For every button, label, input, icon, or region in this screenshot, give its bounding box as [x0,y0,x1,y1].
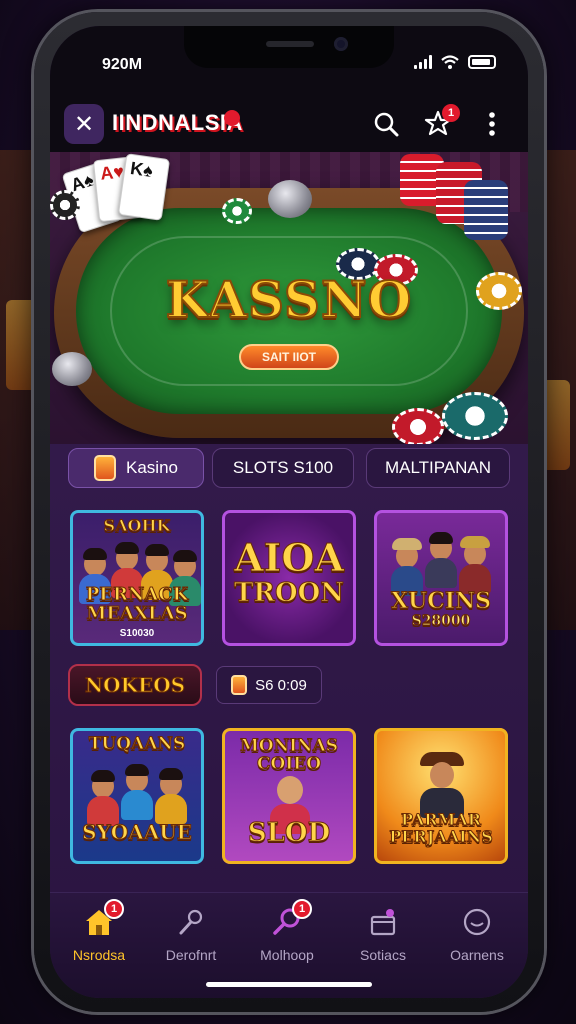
nav-item-sotiacs[interactable]: Sotiacs [338,893,428,973]
game-tile[interactable]: TUQAANS SYOAAUE [70,728,204,864]
tab-maltipanan[interactable]: MALTIPANAN [366,448,510,488]
nav-badge: 1 [292,899,312,919]
game-tile[interactable]: MONINAS COIEO SLOD [222,728,356,864]
nav-item-molhoop[interactable]: 1 Molhoop [242,893,332,973]
section-label-news[interactable]: NOKEOS [68,664,202,706]
nav-label: Molhoop [260,947,314,963]
tile-frame [70,728,204,864]
tab-label: MALTIPANAN [384,458,492,477]
hero-banner[interactable]: A♠ A♥ K♠ KASSNO SAIT IIOT [50,152,528,444]
app-header: ✕ IINDNALSIA 1 [50,96,528,152]
speaker-grille [266,41,314,47]
gift-icon [366,905,400,939]
home-indicator[interactable] [206,982,372,987]
tile-frame [222,510,356,646]
tab-label: SLOTS S100 [232,458,334,477]
search-icon [374,112,399,137]
game-tile[interactable]: AIOA TROON [222,510,356,646]
signal-icon [414,55,432,69]
tab-kasino[interactable]: Kasino [68,448,204,488]
countdown-timer[interactable]: S6 0:09 [216,666,322,704]
playing-card: K♠ [117,153,171,221]
smiley-icon [460,905,494,939]
tab-label: Kasino [126,458,178,477]
tile-frame [70,510,204,646]
phone-screen: 920M ✕ IINDNALSIA 1 A♠ A♥ K♠ KASSNO SAIT… [50,26,528,998]
chip-stack [464,180,508,240]
mic-icon [174,905,208,939]
nav-label: Derofnrt [165,947,217,963]
nav-label: Oarnens [450,947,504,963]
nav-item-oarnens[interactable]: Oarnens [432,893,522,973]
nav-label: Nsrodsa [72,947,126,963]
close-button[interactable]: ✕ [64,104,104,144]
tile-frame [374,728,508,864]
status-time: 920M [102,56,143,73]
phone-notch [184,26,394,68]
tile-frame [222,728,356,864]
search-button[interactable] [370,108,402,140]
nav-item-home[interactable]: 1 Nsrodsa [54,893,144,973]
more-vertical-icon [489,112,495,136]
brand-badge [224,110,240,126]
nav-badge: 1 [104,899,124,919]
nav-item-derofnrt[interactable]: Derofnrt [146,893,236,973]
game-tile[interactable]: XUCINS S28000 [374,510,508,646]
home-icon: 1 [82,899,124,939]
front-camera [334,37,348,51]
status-icons [414,54,496,70]
battery-icon [468,55,496,69]
rewards-button[interactable]: 1 [422,104,460,140]
tab-slots[interactable]: SLOTS S100 [212,448,354,488]
poker-chip [222,198,252,224]
chip-tray [52,352,92,386]
tile-frame [374,510,508,646]
more-menu-button[interactable] [476,108,508,140]
game-tile[interactable]: SAOHK PERNACK MEAXLAS S10030 [70,510,204,646]
notification-badge: 1 [442,104,460,122]
nav-label: Sotiacs [360,947,406,963]
hero-cta-button[interactable]: SAIT IIOT [239,344,339,370]
chip-tray [268,180,312,218]
cup-icon [94,455,116,481]
poker-chip [392,408,444,444]
poker-chip [442,392,508,440]
close-icon: ✕ [73,110,95,138]
search-icon: 1 [270,899,312,939]
timer-value: S6 0:09 [255,676,307,694]
game-tile[interactable]: PARMAR PERJAAINS [374,728,508,864]
poker-chip [50,190,80,220]
phone-frame: 920M ✕ IINDNALSIA 1 A♠ A♥ K♠ KASSNO SAIT… [34,12,544,1012]
hero-title: KASSNO [165,269,413,330]
category-tabs: Kasino SLOTS S100 MALTIPANAN [50,448,528,496]
wifi-icon [441,55,459,69]
brand-logo: IINDNALSIA [112,110,243,135]
timer-icon [231,675,248,695]
